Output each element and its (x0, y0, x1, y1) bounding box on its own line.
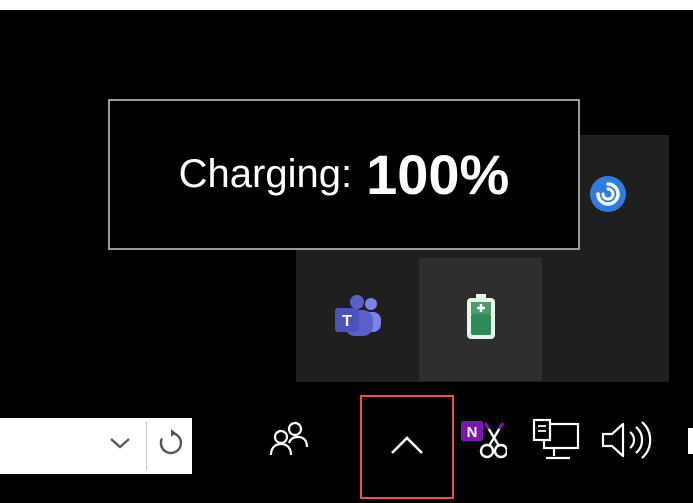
tray-item-battery[interactable] (419, 258, 542, 381)
show-hidden-icons-button[interactable] (360, 395, 454, 499)
address-dropdown-button[interactable] (103, 428, 137, 462)
teams-icon: T (331, 294, 385, 345)
top-edge (0, 0, 693, 10)
onenote-clipper-icon: N (459, 417, 509, 468)
onenote-clipper-button[interactable]: N (458, 417, 509, 468)
refresh-button[interactable] (152, 426, 190, 464)
volume-icon (599, 418, 657, 467)
network-button[interactable] (528, 416, 584, 468)
svg-text:N: N (467, 424, 478, 441)
chevron-up-icon (389, 434, 425, 461)
clipped-tray-item[interactable] (684, 426, 693, 461)
tooltip-label: Charging: (178, 152, 353, 196)
people-button[interactable] (266, 418, 312, 464)
partial-icon (684, 426, 693, 461)
battery-charging-icon (464, 292, 498, 347)
tray-item-teams[interactable]: T (296, 258, 419, 381)
address-separator (146, 422, 147, 470)
network-icon (530, 416, 582, 469)
tooltip-value: 100% (366, 143, 510, 206)
battery-tooltip: Charging: 100% (108, 99, 580, 250)
app-swirl-icon (586, 172, 630, 221)
volume-button[interactable] (598, 418, 658, 466)
people-icon (269, 421, 309, 462)
chevron-down-icon (109, 436, 131, 455)
refresh-icon (158, 427, 184, 464)
svg-text:T: T (342, 313, 352, 330)
